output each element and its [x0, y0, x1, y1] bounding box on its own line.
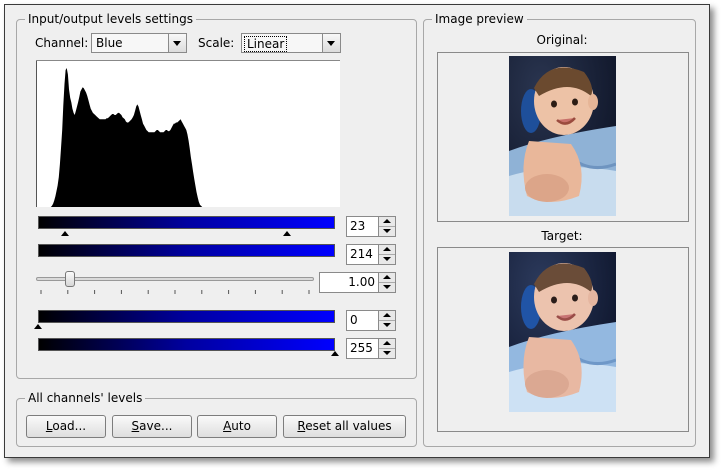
- save-label-post: ave...: [139, 419, 173, 433]
- input-levels-gradient[interactable]: [38, 216, 335, 229]
- output-low-spin-arrows[interactable]: [378, 311, 395, 330]
- spin-down-icon[interactable]: [379, 227, 395, 236]
- gamma-spin-arrows[interactable]: [378, 273, 395, 292]
- output-low-value[interactable]: 0: [350, 313, 358, 328]
- auto-button[interactable]: Auto: [197, 415, 277, 438]
- original-image: [509, 56, 616, 216]
- original-label: Original:: [536, 33, 588, 47]
- image-preview-title: Image preview: [432, 12, 527, 26]
- histogram: [36, 60, 340, 207]
- channel-select[interactable]: Blue: [91, 33, 187, 53]
- spin-down-icon[interactable]: [379, 321, 395, 330]
- spin-up-icon[interactable]: [379, 217, 395, 227]
- spin-up-icon[interactable]: [379, 273, 395, 283]
- output-low-handle[interactable]: [34, 324, 42, 329]
- load-label-post: oad...: [52, 419, 87, 433]
- input-high-gradient[interactable]: [38, 244, 335, 257]
- input-low-value[interactable]: 23: [350, 219, 365, 234]
- levels-dialog: Input/output levels settings Channel: Bl…: [4, 4, 710, 458]
- baby-photo-original: [509, 56, 616, 216]
- target-preview-frame: [437, 247, 689, 432]
- spin-up-icon[interactable]: [379, 245, 395, 255]
- input-high-value[interactable]: 214: [350, 247, 373, 262]
- gamma-slider-ticks: [40, 290, 310, 294]
- channel-label: Channel:: [35, 36, 89, 50]
- reset-all-button[interactable]: Reset all values: [283, 415, 406, 438]
- input-low-spin-arrows[interactable]: [378, 217, 395, 236]
- reset-label-post: eset all values: [305, 419, 392, 433]
- chevron-down-icon[interactable]: [322, 34, 340, 52]
- output-high-spin-arrows[interactable]: [378, 339, 395, 358]
- target-label: Target:: [541, 229, 583, 243]
- spin-down-icon[interactable]: [379, 349, 395, 358]
- all-channels-title: All channels' levels: [25, 391, 146, 405]
- load-button[interactable]: Load...: [26, 415, 106, 438]
- original-preview-frame: [437, 52, 689, 222]
- channel-select-value: Blue: [96, 36, 123, 50]
- output-low-spinbox[interactable]: 0: [346, 310, 396, 331]
- gamma-spinbox[interactable]: 1.00: [319, 272, 396, 293]
- gamma-slider-groove[interactable]: [36, 277, 314, 281]
- spin-up-icon[interactable]: [379, 311, 395, 321]
- chevron-down-icon[interactable]: [168, 34, 186, 52]
- scale-select[interactable]: Linear: [241, 33, 341, 53]
- output-high-value[interactable]: 255: [350, 341, 373, 356]
- baby-photo-target: [509, 252, 616, 412]
- auto-label-post: uto: [231, 419, 251, 433]
- gamma-slider[interactable]: [36, 271, 314, 301]
- scale-select-value: Linear: [244, 36, 288, 52]
- input-low-handle[interactable]: [60, 231, 69, 236]
- output-marker-track-low: [34, 322, 335, 330]
- output-marker-track-high: [38, 350, 339, 358]
- gamma-value[interactable]: 1.00: [348, 275, 375, 290]
- scale-label: Scale:: [198, 36, 235, 50]
- input-low-spinbox[interactable]: 23: [346, 216, 396, 237]
- gamma-slider-handle[interactable]: [65, 271, 76, 287]
- output-high-handle[interactable]: [331, 351, 339, 356]
- spin-down-icon[interactable]: [379, 255, 395, 264]
- target-image: [509, 252, 616, 412]
- spin-down-icon[interactable]: [379, 283, 395, 292]
- input-marker-track: [38, 229, 335, 237]
- input-high-handle[interactable]: [283, 231, 292, 236]
- io-levels-title: Input/output levels settings: [25, 12, 196, 26]
- spin-up-icon[interactable]: [379, 339, 395, 349]
- input-high-spin-arrows[interactable]: [378, 245, 395, 264]
- save-button[interactable]: Save...: [112, 415, 192, 438]
- output-high-spinbox[interactable]: 255: [346, 338, 396, 359]
- input-high-spinbox[interactable]: 214: [346, 244, 396, 265]
